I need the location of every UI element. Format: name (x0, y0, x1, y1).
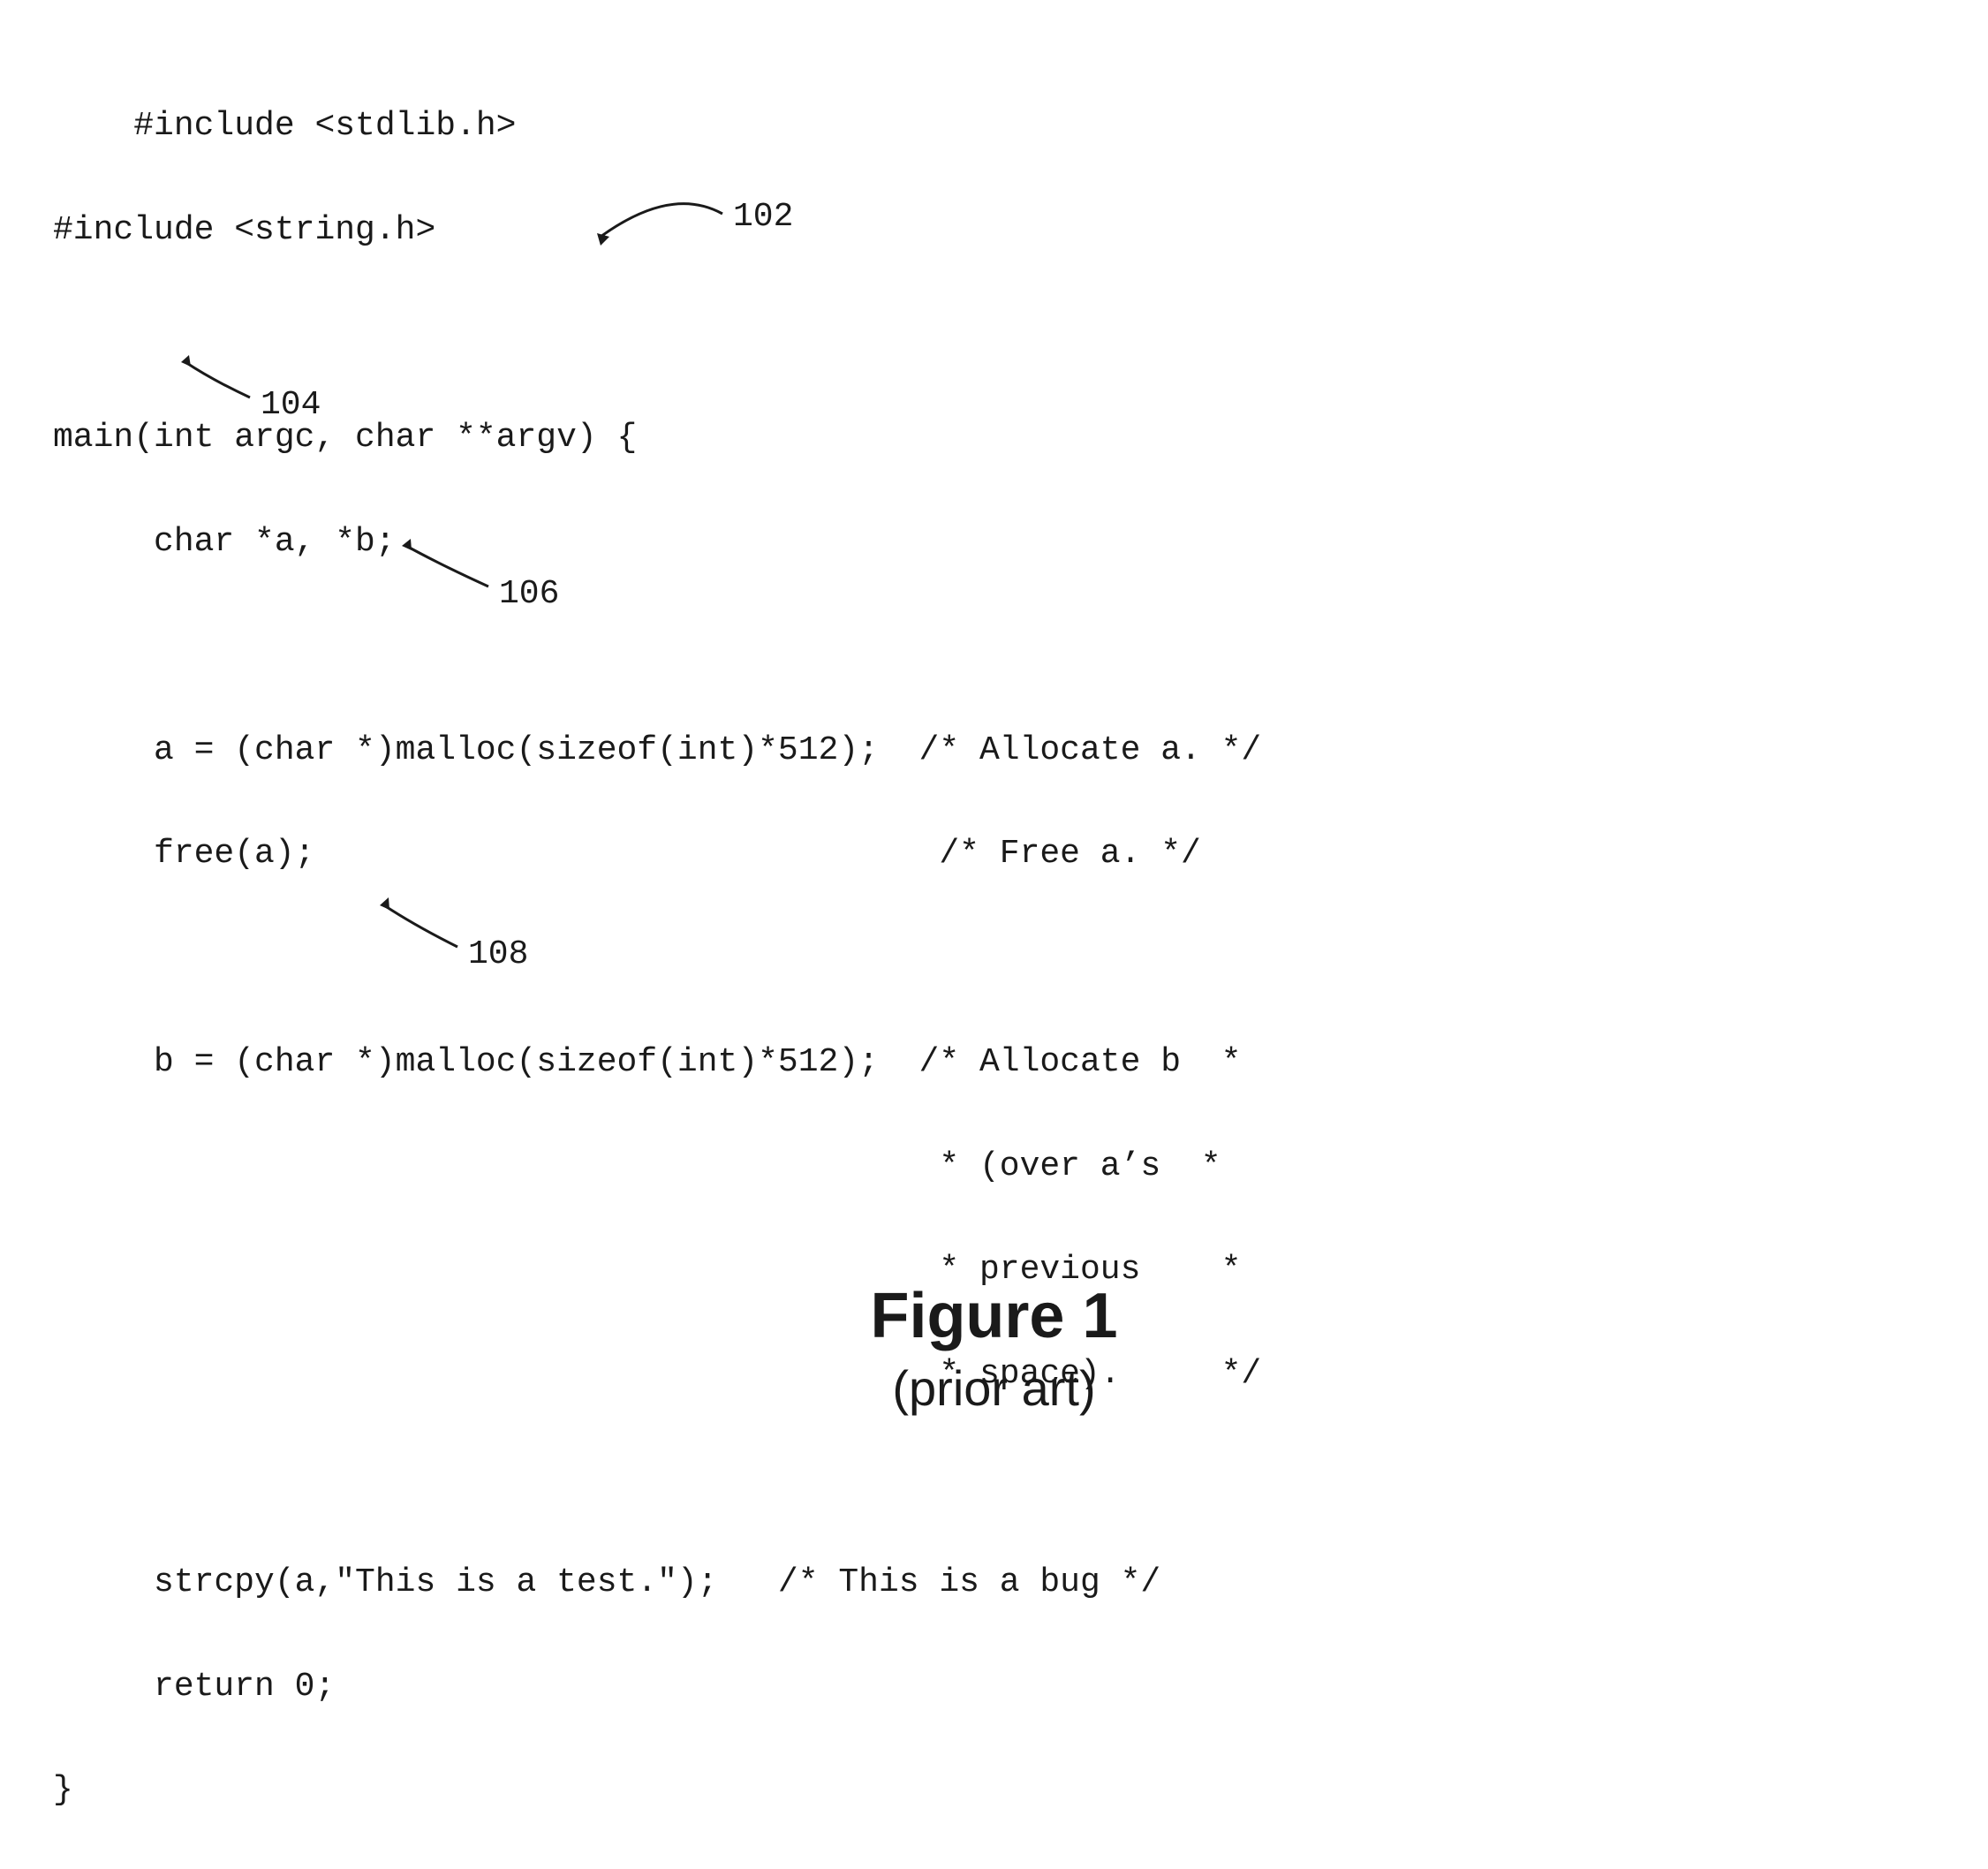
code-line-15: strcpy(a,"This is a test."); /* This is … (53, 1563, 1160, 1601)
code-line-1: #include <stdlib.h> (133, 107, 516, 145)
code-line-17: } (53, 1771, 73, 1809)
code-line-10: b = (char *)malloc(sizeof(int)*512); /* … (53, 1043, 1241, 1081)
code-block: #include <stdlib.h> #include <string.h> … (53, 49, 1261, 1869)
code-line-6 (53, 627, 73, 665)
code-line-3 (53, 314, 73, 352)
code-line-5: char *a, *b; (53, 523, 396, 561)
code-line-7: a = (char *)malloc(sizeof(int)*512); /* … (53, 731, 1261, 769)
code-line-16: return 0; (53, 1668, 335, 1706)
figure-caption: Figure 1 (prior art) (0, 1280, 1988, 1417)
code-line-2: #include <string.h> (53, 211, 435, 249)
figure-subtitle: (prior art) (0, 1359, 1988, 1417)
code-line-9 (53, 939, 73, 977)
figure-title: Figure 1 (0, 1280, 1988, 1352)
code-line-11: * (over a’s * (53, 1147, 1221, 1185)
code-line-8: free(a); /* Free a. */ (53, 835, 1201, 873)
code-line-14 (53, 1459, 73, 1497)
page-container: #include <stdlib.h> #include <string.h> … (0, 0, 1988, 1532)
code-line-4: main(int argc, char **argv) { (53, 419, 637, 457)
